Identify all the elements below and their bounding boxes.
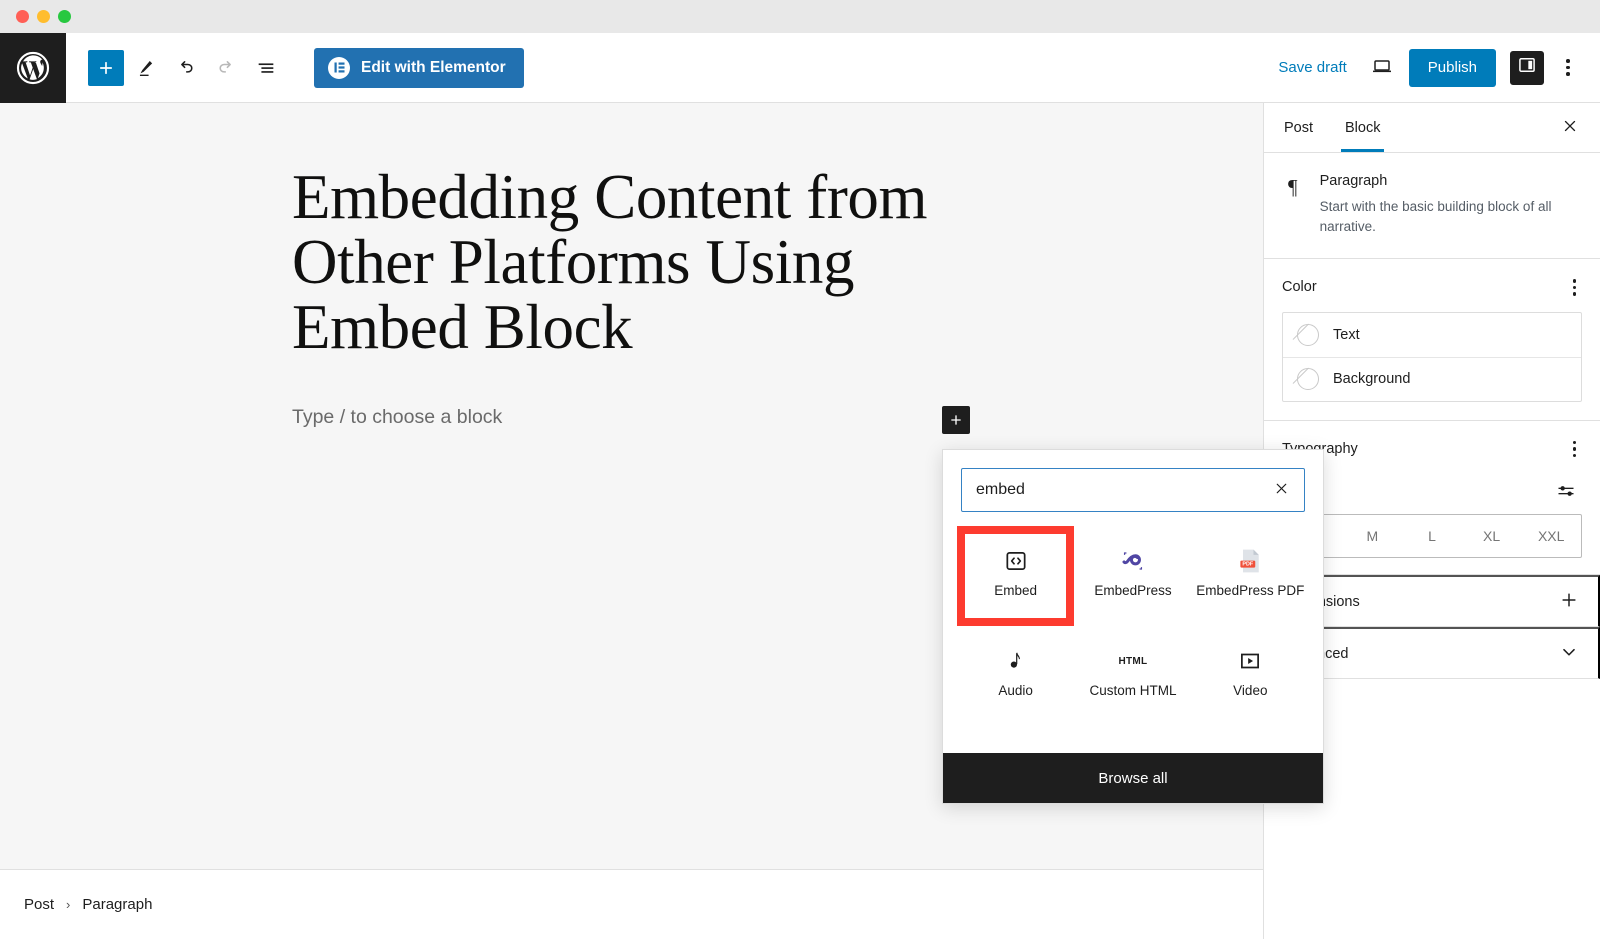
toolbar-left-controls — [88, 49, 284, 86]
inserter-block-custom-html[interactable]: HTML Custom HTML — [1074, 626, 1191, 726]
inserter-block-label: EmbedPress — [1094, 583, 1172, 598]
color-section-header: Color — [1282, 275, 1582, 300]
add-block-button[interactable] — [88, 49, 124, 86]
no-color-icon — [1297, 368, 1319, 391]
save-draft-button[interactable]: Save draft — [1264, 51, 1360, 84]
inserter-block-label: Embed — [994, 583, 1038, 598]
chevron-down-icon — [1558, 641, 1580, 666]
tab-post[interactable]: Post — [1268, 103, 1329, 152]
toolbar-right-controls: Save draft Publish — [1264, 48, 1600, 87]
inserter-block-embed[interactable]: Embed — [957, 526, 1075, 626]
font-size-l[interactable]: L — [1402, 515, 1462, 557]
inserter-block-label: Audio — [998, 683, 1033, 698]
color-options-list: Text Background — [1282, 311, 1582, 402]
embedpress-infinity-icon — [1118, 540, 1148, 582]
font-size-xl[interactable]: XL — [1462, 515, 1522, 557]
inserter-search-wrap — [943, 450, 1323, 526]
html-tag-icon: HTML — [1118, 655, 1148, 667]
typography-section-header: Typography — [1282, 437, 1582, 462]
color-section: Color Text Background — [1264, 259, 1600, 421]
selected-block-card: ¶ Paragraph Start with the basic buildin… — [1264, 153, 1600, 260]
breadcrumb-item-post[interactable]: Post — [24, 896, 54, 913]
laptop-preview-icon — [1370, 54, 1394, 81]
kebab-menu-icon — [1572, 440, 1576, 458]
inserter-search-box — [961, 468, 1305, 512]
inserter-block-embedpress[interactable]: EmbedPress — [1074, 526, 1191, 626]
close-window-button[interactable] — [16, 10, 29, 23]
embed-code-icon — [1003, 540, 1029, 582]
wordpress-logo-icon[interactable] — [0, 32, 66, 103]
undo-button[interactable] — [168, 50, 204, 86]
selected-block-description: Start with the basic building block of a… — [1319, 199, 1552, 234]
editor-toolbar: Edit with Elementor Save draft Publish — [0, 32, 1600, 103]
inserter-block-embedpress-pdf[interactable]: PDF EmbedPress PDF — [1192, 526, 1309, 626]
color-row-text[interactable]: Text — [1283, 313, 1581, 357]
font-size-settings-button[interactable] — [1550, 477, 1582, 508]
svg-text:PDF: PDF — [1243, 562, 1255, 568]
sliders-icon — [1556, 486, 1576, 504]
breadcrumb-item-paragraph[interactable]: Paragraph — [82, 896, 152, 913]
sidebar-tablist: Post Block — [1264, 103, 1600, 153]
search-input[interactable] — [962, 469, 1304, 511]
music-note-icon — [1004, 640, 1028, 682]
kebab-menu-icon — [1572, 279, 1576, 296]
video-play-icon — [1237, 640, 1263, 682]
editor-options-button[interactable] — [1550, 50, 1586, 86]
close-sidebar-button[interactable] — [1552, 103, 1588, 152]
list-view-button[interactable] — [248, 50, 284, 86]
typography-options-button[interactable] — [1567, 437, 1583, 462]
inserter-block-label: Video — [1233, 683, 1268, 698]
typography-tools-row — [1282, 473, 1582, 514]
edit-with-elementor-label: Edit with Elementor — [361, 58, 506, 76]
color-section-title: Color — [1282, 279, 1317, 296]
font-size-m[interactable]: M — [1343, 515, 1403, 557]
inline-add-block-button[interactable] — [942, 406, 970, 434]
close-icon — [1273, 480, 1290, 500]
redo-button[interactable] — [208, 50, 244, 86]
inserter-block-audio[interactable]: Audio — [957, 626, 1074, 726]
block-inserter-popover: Embed EmbedPress PDF EmbedPress PDF — [942, 449, 1324, 804]
zoom-window-button[interactable] — [58, 10, 71, 23]
traffic-light-group — [16, 10, 71, 23]
color-options-button[interactable] — [1567, 275, 1583, 300]
color-label-background: Background — [1333, 371, 1411, 388]
clear-search-button[interactable] — [1264, 473, 1298, 507]
inserter-block-grid: Embed EmbedPress PDF EmbedPress PDF Audi… — [943, 526, 1323, 726]
publish-button[interactable]: Publish — [1408, 48, 1496, 87]
font-size-xxl[interactable]: XXL — [1521, 515, 1581, 557]
color-label-text: Text — [1333, 326, 1360, 343]
window-titlebar — [0, 0, 1600, 33]
inserter-block-label: Custom HTML — [1089, 683, 1177, 698]
inserter-block-video[interactable]: Video — [1192, 626, 1309, 726]
tab-block[interactable]: Block — [1329, 103, 1396, 152]
edit-tool-button[interactable] — [128, 50, 164, 86]
color-row-background[interactable]: Background — [1283, 356, 1581, 401]
inserter-block-label: EmbedPress PDF — [1196, 583, 1305, 598]
edit-with-elementor-button[interactable]: Edit with Elementor — [314, 47, 524, 88]
embedpress-pdf-icon: PDF — [1236, 540, 1264, 582]
paragraph-block-placeholder[interactable]: Type / to choose a block — [292, 406, 502, 429]
paragraph-pilcrow-icon: ¶ — [1288, 175, 1298, 199]
breadcrumb: Post › Paragraph — [0, 869, 1263, 939]
selected-block-name: Paragraph — [1319, 173, 1388, 189]
post-title[interactable]: Embedding Content from Other Platforms U… — [292, 165, 992, 360]
sidebar-panel-icon — [1517, 55, 1537, 80]
kebab-menu-icon — [1566, 59, 1570, 76]
close-icon — [1561, 117, 1579, 138]
breadcrumb-separator: › — [66, 897, 71, 912]
minimize-window-button[interactable] — [37, 10, 50, 23]
plus-icon — [1558, 589, 1580, 614]
browse-all-button[interactable]: Browse all — [943, 753, 1323, 803]
no-color-icon — [1297, 323, 1319, 346]
preview-device-button[interactable] — [1361, 49, 1403, 87]
elementor-logo-icon — [328, 56, 350, 79]
font-size-selector: S M L XL XXL — [1282, 514, 1582, 559]
settings-sidebar-toggle[interactable] — [1510, 50, 1544, 85]
